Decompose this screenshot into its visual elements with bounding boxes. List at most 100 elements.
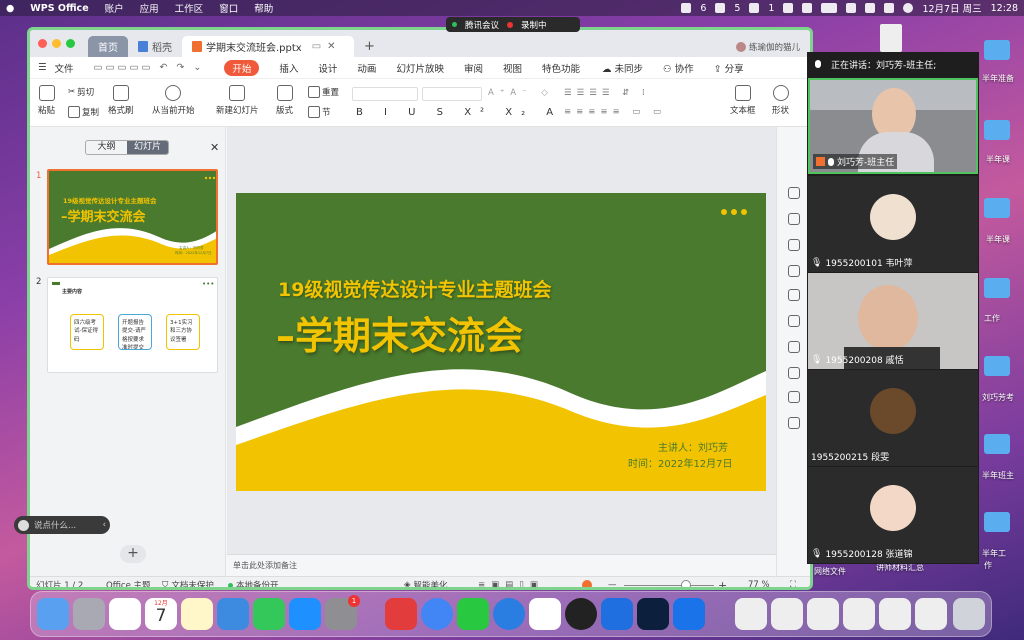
- recent-window-thumb[interactable]: [771, 598, 803, 630]
- desktop-label[interactable]: 半年准备: [982, 73, 1014, 84]
- trash-icon[interactable]: [953, 598, 985, 630]
- chrome-icon[interactable]: [421, 598, 453, 630]
- recent-window-thumb[interactable]: [879, 598, 911, 630]
- desktop-label[interactable]: 半年课: [986, 154, 1010, 165]
- zoom-window-button[interactable]: [66, 39, 75, 48]
- slideshow-play-icon[interactable]: [582, 580, 592, 587]
- format-painter-button[interactable]: 格式刷: [108, 85, 134, 116]
- apple-icon[interactable]: ●: [6, 3, 14, 14]
- close-window-button[interactable]: [38, 39, 47, 48]
- font-grow-shrink-icons[interactable]: A⁺A⁻ ◇: [488, 88, 554, 98]
- desktop-label[interactable]: 半年工: [982, 548, 1006, 559]
- beautify-button[interactable]: ◈ 智能美化: [404, 579, 448, 587]
- meeting-status-pill[interactable]: 腾讯会议 录制中: [446, 17, 580, 32]
- zoom-slider-thumb[interactable]: [680, 580, 691, 587]
- menu-review[interactable]: 审阅: [464, 61, 483, 75]
- wps-office-icon[interactable]: [529, 598, 561, 630]
- sync-icon[interactable]: [802, 3, 813, 13]
- tab-home[interactable]: 首页: [88, 36, 128, 57]
- collab-button[interactable]: ⚇ 协作: [663, 61, 694, 75]
- edit-icon[interactable]: [788, 265, 800, 277]
- slide-1-main[interactable]: 19级视觉传达设计专业主题班会 –学期末交流会 主讲人：刘巧芳 时间：2022年…: [236, 193, 766, 491]
- font-family-select[interactable]: [352, 87, 418, 101]
- feishu-icon[interactable]: [601, 598, 633, 630]
- menubar-item-workspace[interactable]: 工作区: [175, 1, 204, 15]
- paragraph-align-icons[interactable]: ≡≡≡≡≡ ▭ ▭: [564, 107, 666, 117]
- recent-window-thumb[interactable]: [807, 598, 839, 630]
- desktop-folder-icon[interactable]: [984, 120, 1010, 140]
- user-account[interactable]: 练瑜伽的猫儿: [726, 36, 810, 57]
- menubar-item-window[interactable]: 窗口: [219, 1, 238, 15]
- zoom-in-button[interactable]: +: [718, 579, 727, 588]
- wifi-icon[interactable]: [846, 3, 857, 13]
- menubar-item-account[interactable]: 账户: [105, 1, 124, 15]
- zoom-slider-track[interactable]: [624, 585, 714, 586]
- tab-document[interactable]: 学期末交流班会.pptx ▭ ✕: [182, 36, 354, 57]
- menu-features[interactable]: 特色功能: [542, 61, 580, 75]
- keynote-icon[interactable]: [217, 598, 249, 630]
- meeting-chat-input[interactable]: 说点什么... ‹: [14, 516, 110, 534]
- sync-status[interactable]: ☁ 未同步: [602, 61, 643, 75]
- cut-button[interactable]: ✂ 剪切: [68, 86, 94, 98]
- desktop-folder-icon[interactable]: [984, 278, 1010, 298]
- tab-slides[interactable]: 幻灯片: [127, 141, 168, 154]
- notes-pane[interactable]: 单击此处添加备注: [227, 554, 776, 576]
- minimize-window-button[interactable]: [52, 39, 61, 48]
- image-icon[interactable]: [788, 417, 800, 429]
- desktop-label[interactable]: 网络文件: [814, 566, 846, 577]
- menubar-item-help[interactable]: 帮助: [254, 1, 273, 15]
- menu-slideshow[interactable]: 幻灯片放映: [396, 61, 444, 75]
- font-size-select[interactable]: [422, 87, 482, 101]
- shape-button[interactable]: 形状: [772, 85, 789, 116]
- system-settings-icon[interactable]: 1: [325, 595, 360, 630]
- calendar-icon[interactable]: 12月 7: [145, 598, 177, 630]
- menu-file[interactable]: 文件: [55, 61, 74, 75]
- settings-icon[interactable]: [788, 289, 800, 301]
- photoshop-icon[interactable]: [637, 598, 669, 630]
- tab-outline[interactable]: 大纲: [86, 141, 127, 154]
- list-indent-icons[interactable]: ☰☰☰☰ ⇵ ⁞: [564, 88, 650, 98]
- search-icon[interactable]: [865, 3, 876, 13]
- recent-window-thumb[interactable]: [735, 598, 767, 630]
- properties-icon[interactable]: [788, 187, 800, 199]
- finder-icon[interactable]: [37, 598, 69, 630]
- menu-insert[interactable]: 插入: [279, 61, 298, 75]
- creative-cloud-icon[interactable]: [783, 3, 794, 13]
- desktop-label[interactable]: 刘巧芳考: [982, 392, 1014, 403]
- slide-title[interactable]: –学期末交流会: [276, 305, 523, 360]
- menubar-app-name[interactable]: WPS Office: [30, 3, 88, 14]
- new-slide-button[interactable]: 新建幻灯片: [216, 85, 259, 116]
- fit-window-icon[interactable]: ⛶: [790, 580, 796, 587]
- menu-animation[interactable]: 动画: [357, 61, 376, 75]
- wps-tray-icon[interactable]: [681, 3, 692, 13]
- menubar-date[interactable]: 12月7日 周三: [922, 1, 981, 15]
- safari-icon[interactable]: [493, 598, 525, 630]
- desktop-folder-icon[interactable]: [984, 434, 1010, 454]
- history-icon[interactable]: [788, 391, 800, 403]
- app-store-icon[interactable]: [289, 598, 321, 630]
- slide-speaker[interactable]: 主讲人：刘巧芳: [658, 439, 728, 454]
- control-center-icon[interactable]: [884, 3, 895, 13]
- slide-thumbnail-1[interactable]: 19级视觉传达设计专业主题班会 –学期末交流会 主讲人：刘巧芳 时间：2022年…: [47, 169, 218, 265]
- zoom-out-button[interactable]: —: [608, 580, 617, 587]
- wechat-tray-icon[interactable]: [749, 3, 760, 13]
- text-style-icons[interactable]: B I U S X² X₂ A: [356, 107, 562, 118]
- menu-design[interactable]: 设计: [318, 61, 337, 75]
- fill-icon[interactable]: [788, 239, 800, 251]
- desktop-label[interactable]: 作: [984, 560, 992, 571]
- photos-icon[interactable]: [109, 598, 141, 630]
- view-mode-icons[interactable]: ≡▣▤▯▣: [478, 580, 544, 587]
- copy-layer-icon[interactable]: [788, 315, 800, 327]
- menubar-item-apps[interactable]: 应用: [140, 1, 159, 15]
- battery-icon[interactable]: [821, 3, 838, 13]
- chevron-left-icon[interactable]: ‹: [103, 520, 106, 530]
- recent-window-thumb[interactable]: [915, 598, 947, 630]
- numbers-icon[interactable]: [253, 598, 285, 630]
- paste-button[interactable]: 粘贴: [38, 85, 55, 116]
- menu-start[interactable]: 开始: [224, 59, 260, 76]
- desktop-label[interactable]: 半年课: [986, 234, 1010, 245]
- quick-access-icons[interactable]: ▭▭▭▭▭ ↶ ↷ ⌄: [94, 62, 205, 73]
- play-from-current-button[interactable]: 从当前开始: [152, 85, 195, 116]
- video-tile-participant[interactable]: 🎙 1955200101 韦叶萍: [808, 176, 978, 272]
- add-slide-button[interactable]: +: [120, 545, 146, 563]
